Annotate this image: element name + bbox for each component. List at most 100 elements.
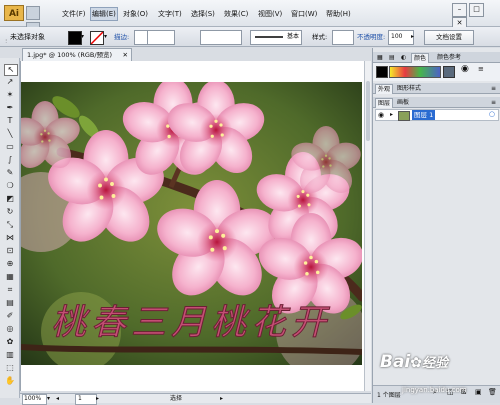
rectangle-tool-icon[interactable]: ▭ [4, 142, 16, 152]
style-label: 样式: [312, 33, 328, 41]
color-fill-swatch[interactable] [376, 66, 388, 78]
eraser-tool-icon[interactable]: ◩ [4, 194, 16, 204]
window-controls: – □✕ [450, 3, 498, 31]
menu-type[interactable]: 文字(T) [158, 8, 182, 20]
paw-icon: ✿ [410, 355, 422, 371]
pencil-tool-icon[interactable]: ✎ [4, 168, 16, 178]
line-tool-icon[interactable]: ╲ [4, 129, 16, 139]
zoom-field[interactable]: 100% [22, 394, 47, 405]
stroke-label[interactable]: 描边: [114, 31, 129, 43]
tab-color-guide[interactable]: 颜色参考 [435, 53, 463, 62]
menu-object[interactable]: 对象(O) [123, 8, 148, 20]
brush-definition-field[interactable]: 基本 [250, 30, 302, 45]
panel-menu-icon[interactable]: ≡ [478, 65, 484, 73]
layer-thumbnail [398, 111, 410, 121]
recolor-icon[interactable]: ◉ [461, 64, 469, 74]
artwork-text: 桃春三月桃花开 [51, 303, 331, 343]
color-panel-tabs: ▦ ▤ ◐ 颜色 颜色参考 [373, 52, 500, 63]
visibility-eye-icon[interactable]: ◉ [378, 111, 384, 119]
stroke-swatch[interactable] [90, 31, 104, 45]
new-layer-icon[interactable]: ▣ [475, 388, 482, 396]
column-graph-tool-icon[interactable]: ▥ [4, 350, 16, 360]
paintbrush-tool-icon[interactable]: ∫ [4, 155, 16, 165]
menu-effect[interactable]: 效果(C) [224, 8, 248, 20]
expand-triangle-icon[interactable]: ▸ [390, 111, 393, 118]
tab-color[interactable]: 颜色 [411, 53, 430, 63]
pen-tool-icon[interactable]: ✒ [4, 103, 16, 113]
layer-name[interactable]: 图层 1 [412, 110, 436, 120]
mesh-tool-icon[interactable]: ⌗ [4, 285, 16, 295]
tab-appearance[interactable]: 外观 [375, 84, 394, 94]
hand-tool-icon[interactable]: ✋ [4, 376, 16, 386]
stroke-dropdown-icon[interactable]: ▾ [104, 31, 107, 43]
appearance-menu-icon[interactable]: ≡ [489, 84, 498, 93]
layer-row[interactable]: ◉ ▸ 图层 1 ○ [375, 109, 499, 121]
stroke-weight-stepper[interactable] [134, 30, 148, 45]
eyedropper-tool-icon[interactable]: ✐ [4, 311, 16, 321]
layers-menu-icon[interactable]: ≡ [489, 98, 498, 107]
artboard-tool-icon[interactable]: ⬚ [4, 363, 16, 373]
document-setup-button[interactable]: 文档设置 [424, 30, 474, 45]
tab-layers[interactable]: 图层 [375, 98, 394, 108]
perspective-grid-tool-icon[interactable]: ▦ [4, 272, 16, 282]
tab-artboards[interactable]: 画板 [395, 98, 411, 107]
rotate-tool-icon[interactable]: ↻ [4, 207, 16, 217]
fill-dropdown-icon[interactable]: ▾ [81, 31, 84, 43]
fill-swatch[interactable] [68, 31, 82, 45]
panel-icon-stroke[interactable]: ▦ [375, 53, 385, 62]
app-icons [26, 6, 56, 36]
symbol-sprayer-tool-icon[interactable]: ✿ [4, 337, 16, 347]
width-tool-icon[interactable]: ⋈ [4, 233, 16, 243]
color-panel-body: ◉ ≡ [373, 63, 500, 81]
stroke-weight-field[interactable] [147, 30, 175, 45]
target-icon[interactable]: ○ [489, 110, 495, 118]
scrollbar-thumb[interactable] [366, 81, 370, 141]
tab-graphic-styles[interactable]: 图形样式 [395, 84, 423, 93]
placed-image[interactable]: 桃春三月桃花开 [21, 82, 362, 365]
panel-icon-transparency[interactable]: ◐ [399, 53, 408, 62]
magic-wand-tool-icon[interactable]: ✶ [4, 90, 16, 100]
shape-builder-tool-icon[interactable]: ⊕ [4, 259, 16, 269]
free-transform-tool-icon[interactable]: ⊡ [4, 246, 16, 256]
menu-edit[interactable]: 编辑(E) [90, 7, 118, 21]
menu-file[interactable]: 文件(F) [62, 8, 86, 20]
close-document-icon[interactable]: ✕ [123, 49, 128, 61]
selection-tool-icon[interactable]: ↖ [4, 64, 18, 76]
artboard-field[interactable]: 1 [75, 394, 97, 405]
status-menu-icon[interactable]: ▸ [220, 394, 223, 403]
menu-bar: Ai 文件(F) 编辑(E) 对象(O) 文字(T) 选择(S) 效果(C) 视… [0, 0, 500, 36]
opacity-dropdown-icon[interactable]: ▸ [411, 31, 414, 43]
color-guide-swatch[interactable] [443, 66, 455, 78]
type-tool-icon[interactable]: T [4, 116, 16, 126]
delete-layer-icon[interactable]: 🗑 [488, 388, 497, 396]
vertical-scrollbar[interactable] [364, 61, 371, 391]
scale-tool-icon[interactable]: ⤡ [4, 220, 16, 230]
minimize-icon[interactable]: – [452, 3, 467, 17]
zoom-dropdown-icon[interactable]: ▾ [47, 394, 50, 403]
maximize-icon[interactable]: □ [469, 3, 484, 17]
tools-panel: ↖ ↗ ✶ ✒ T ╲ ▭ ∫ ✎ ❍ ◩ ↻ ⤡ ⋈ ⊡ ⊕ ▦ ⌗ ▤ ✐ … [0, 58, 20, 398]
color-spectrum[interactable] [389, 66, 441, 78]
no-stroke-icon [91, 32, 103, 44]
menu-view[interactable]: 视图(V) [258, 8, 282, 20]
panel-icon-gradient[interactable]: ▤ [387, 53, 397, 62]
menu-help[interactable]: 帮助(H) [326, 8, 351, 20]
peach-blossom-photo: 桃春三月桃花开 [21, 82, 362, 365]
menu-window[interactable]: 窗口(W) [291, 8, 317, 20]
direct-selection-tool-icon[interactable]: ↗ [4, 77, 16, 87]
gradient-tool-icon[interactable]: ▤ [4, 298, 16, 308]
variable-width-field[interactable] [200, 30, 242, 45]
blend-tool-icon[interactable]: ◎ [4, 324, 16, 334]
control-bar: ⋮ 未选择对象 ▾ ▾ 描边: 基本 样式: 不透明度: 100 ▸ 文档设置 [0, 27, 500, 47]
bridge-icon[interactable] [26, 6, 40, 20]
status-bar: 100% ▾ ◂ 1 ▸ 选择 ▸ [20, 393, 371, 405]
menu-select[interactable]: 选择(S) [191, 8, 215, 20]
next-artboard-icon[interactable]: ▸ [96, 394, 99, 403]
prev-artboard-icon[interactable]: ◂ [56, 394, 59, 403]
opacity-label[interactable]: 不透明度: [357, 31, 385, 43]
document-title: 1.jpg* @ 100% (RGB/预览) [27, 51, 113, 59]
grip-icon: ⋮ [4, 38, 8, 43]
graphic-style-dropdown[interactable] [332, 30, 354, 45]
document-tab[interactable]: 1.jpg* @ 100% (RGB/预览) ✕ [22, 48, 132, 61]
blob-brush-tool-icon[interactable]: ❍ [4, 181, 16, 191]
